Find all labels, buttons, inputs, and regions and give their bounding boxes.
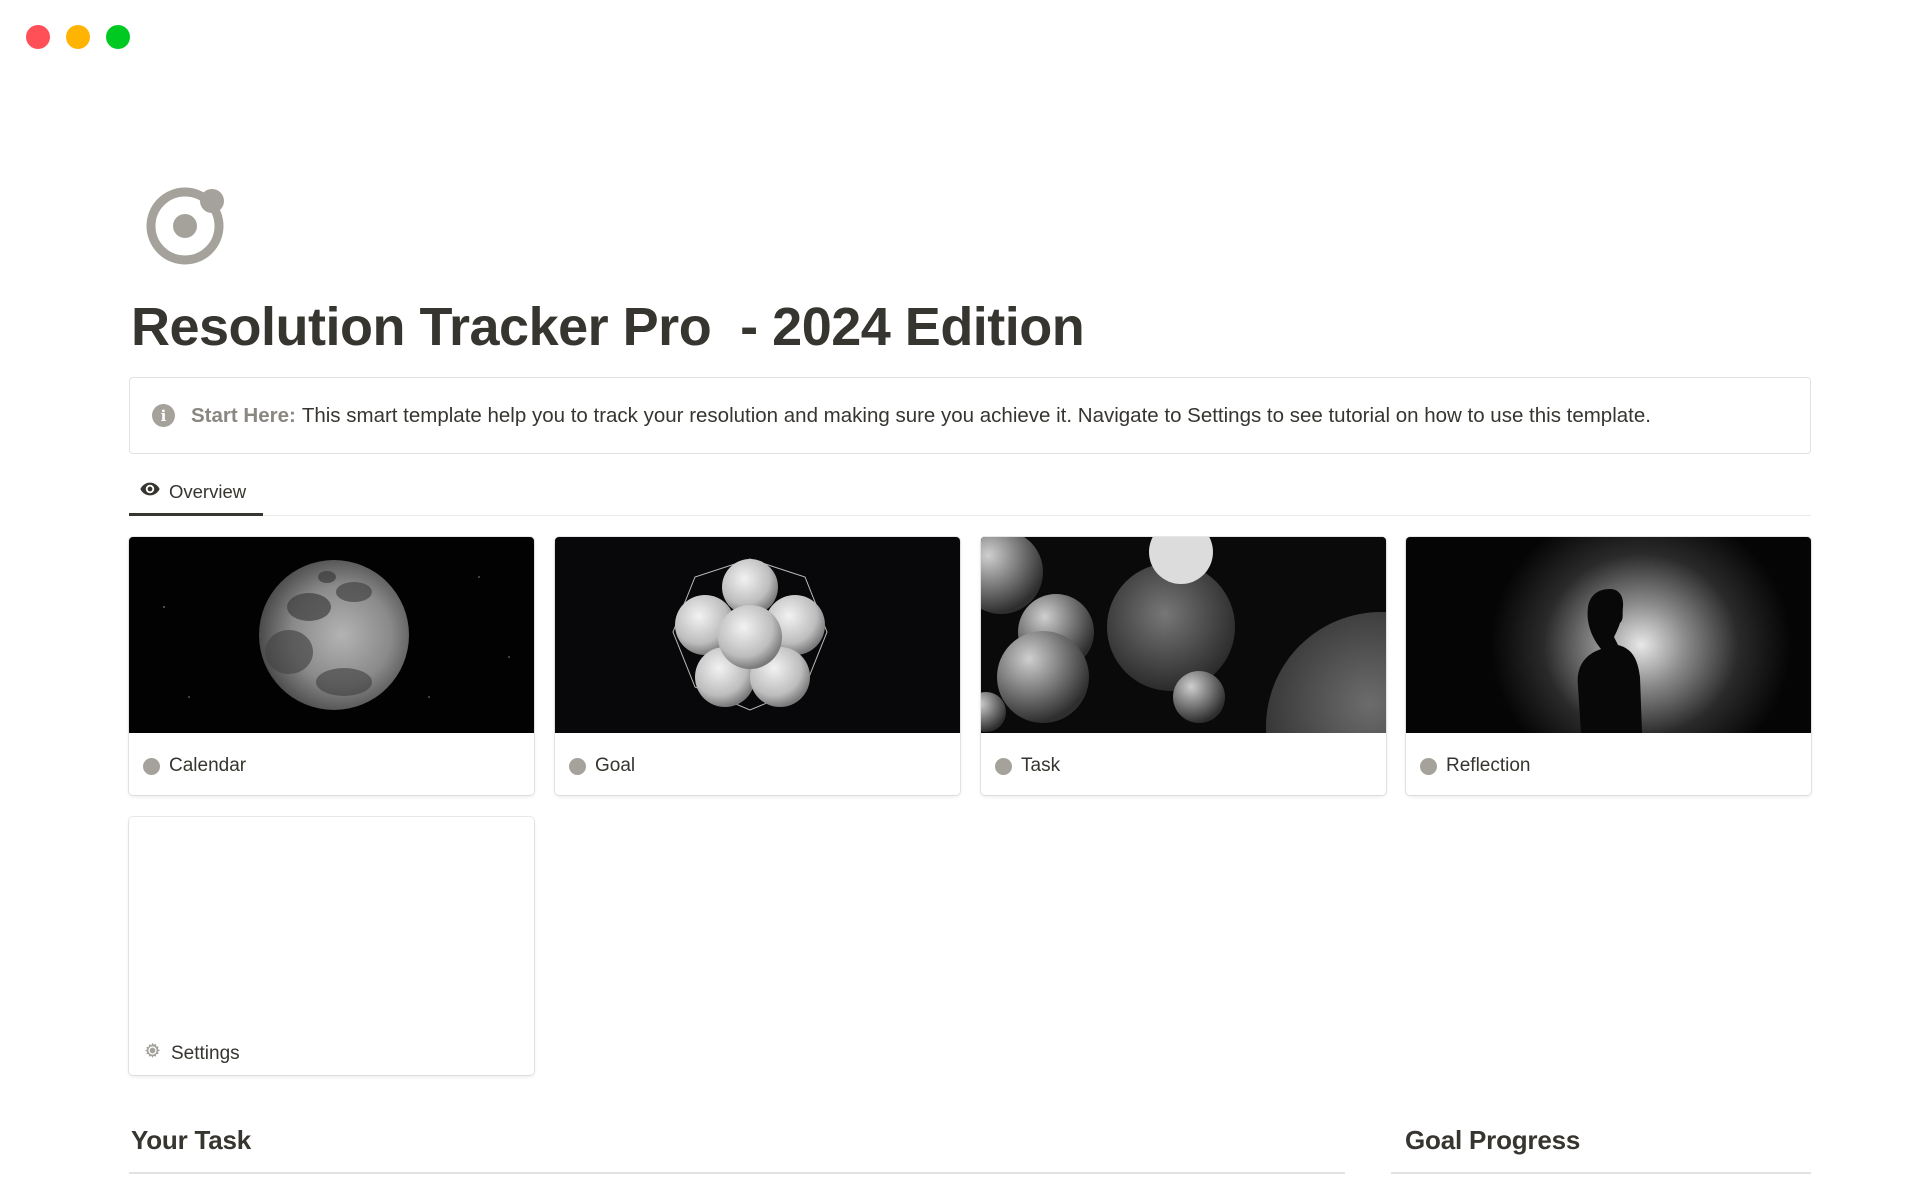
info-icon: i [152,404,175,427]
card-calendar[interactable]: Calendar [129,537,534,795]
dot-icon [143,757,160,775]
card-title: Calendar [169,755,247,776]
view-tabs: Overview [129,470,1811,516]
tab-overview[interactable]: Overview [129,470,263,516]
page-title[interactable]: Resolution Tracker Pro - 2024 Edition [131,296,1085,358]
window-controls [26,25,130,49]
goal-progress-heading: Goal Progress [1405,1125,1581,1155]
card-title: Goal [595,755,636,776]
silhouette-cover-image [1406,537,1811,733]
card-title: Settings [171,1042,240,1064]
floating-spheres-cover-image [981,537,1386,733]
start-here-callout: i Start Here: This smart template help y… [129,377,1811,454]
tab-label: Overview [169,480,247,502]
target-icon[interactable] [143,182,227,266]
your-task-heading: Your Task [131,1125,252,1155]
moon-cover-image [129,537,534,733]
your-task-divider [129,1172,1345,1174]
close-window-button[interactable] [26,25,50,49]
dot-icon [1420,757,1437,775]
card-label: Reflection [1420,755,1531,777]
goal-progress-divider [1391,1172,1811,1174]
card-label: Task [995,755,1060,777]
gear-icon [143,1041,162,1066]
card-label: Calendar [143,755,246,777]
card-reflection[interactable]: Reflection [1406,537,1811,795]
card-title: Task [1021,755,1061,776]
card-label: Goal [569,755,635,777]
callout-text: This smart template help you to track yo… [301,403,1651,427]
dot-icon [569,757,586,775]
dot-icon [995,757,1012,775]
card-goal[interactable]: Goal [555,537,960,795]
callout-lead: Start Here: [191,403,296,427]
card-label: Settings [143,1041,240,1066]
spheres-cover-image [555,537,960,733]
card-task[interactable]: Task [981,537,1386,795]
eye-icon [139,478,161,505]
minimize-window-button[interactable] [66,25,90,49]
card-title: Reflection [1446,755,1531,776]
maximize-window-button[interactable] [106,25,130,49]
card-settings[interactable]: Settings [129,817,534,1075]
